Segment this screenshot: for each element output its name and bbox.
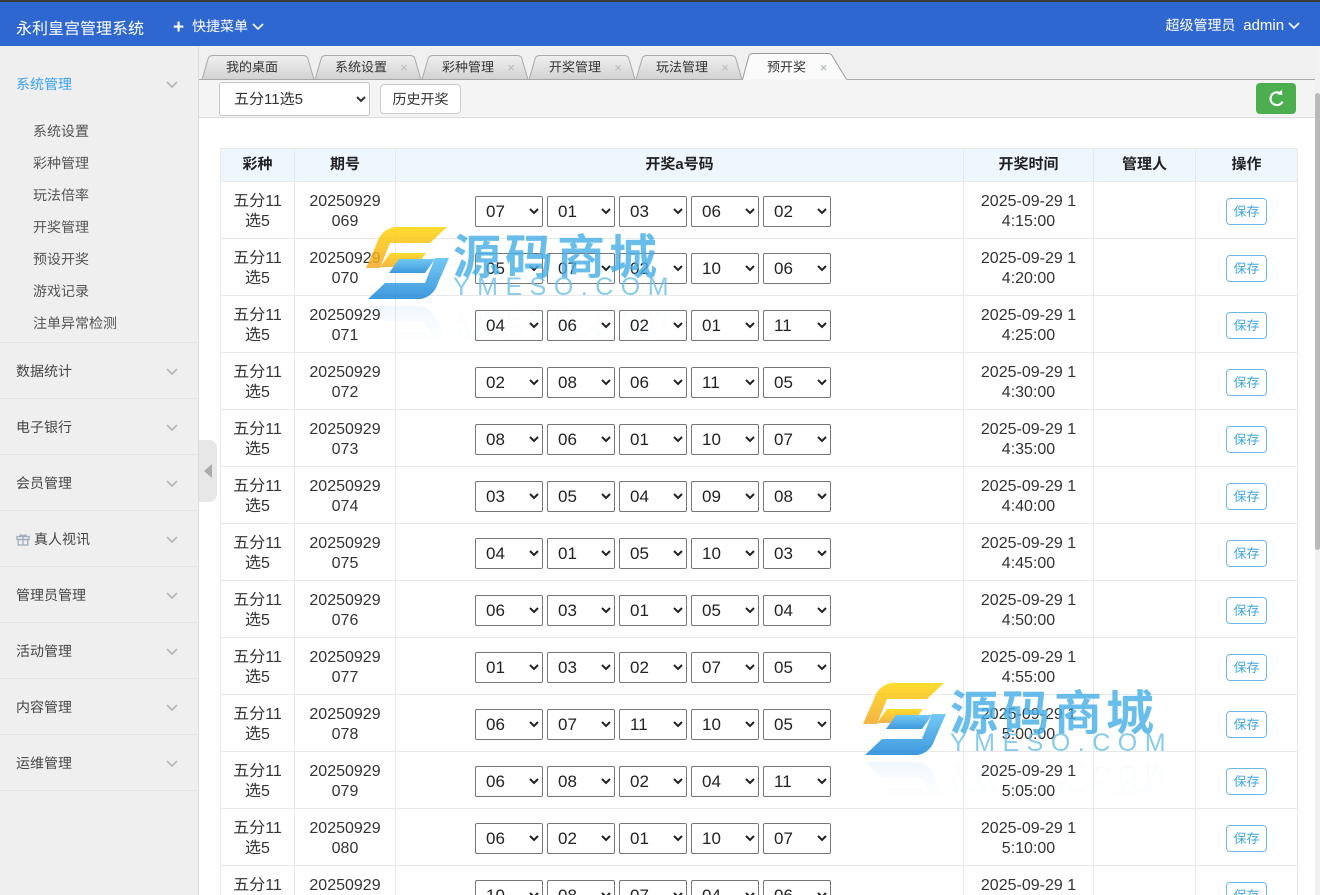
svg-text:×: × [820,60,828,75]
svg-text:彩种管理: 彩种管理 [442,60,494,75]
svg-text:开奖管理: 开奖管理 [549,60,601,75]
svg-text:×: × [507,60,515,75]
svg-text:我的桌面: 我的桌面 [226,60,278,75]
svg-text:玩法管理: 玩法管理 [656,60,708,75]
svg-text:×: × [400,60,408,75]
svg-text:×: × [721,60,729,75]
svg-text:预开奖: 预开奖 [767,60,806,75]
svg-text:×: × [614,60,622,75]
svg-text:系统设置: 系统设置 [335,60,387,75]
